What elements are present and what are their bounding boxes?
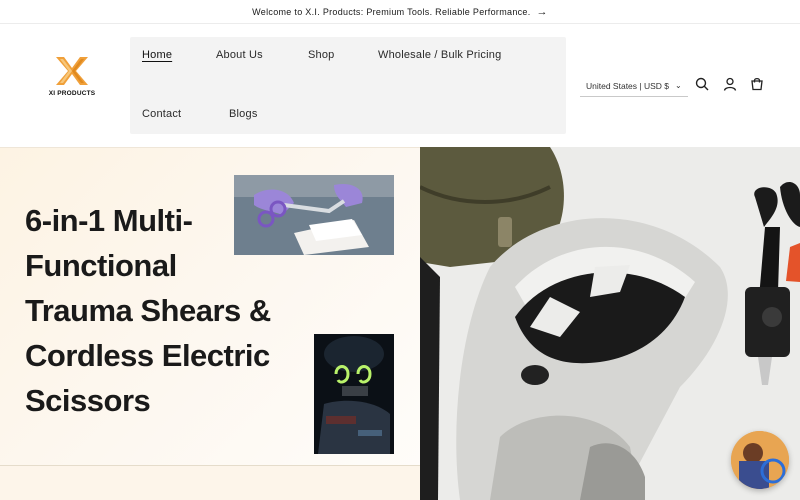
account-icon[interactable] [722, 76, 738, 92]
headline-line: Trauma Shears & [25, 293, 271, 328]
cart-icon[interactable] [749, 76, 765, 92]
arrow-right-icon: → [536, 5, 548, 18]
country-selector-label: United States | USD $ [586, 80, 669, 91]
main-nav: Home About Us Shop Wholesale / Bulk Pric… [130, 37, 566, 134]
hero-text-panel: 6-in-1 Multi- Functional Trauma Shears &… [0, 147, 420, 500]
headline-line: Scissors [25, 383, 151, 418]
logo[interactable]: XI PRODUCTS [48, 55, 96, 105]
logo-text: XI PRODUCTS [48, 90, 96, 97]
xi-logo-icon [56, 57, 88, 85]
site-header: XI PRODUCTS Home About Us Shop Wholesale… [0, 25, 800, 147]
nav-about-us[interactable]: About Us [216, 49, 263, 61]
announcement-text: Welcome to X.I. Products: Premium Tools.… [252, 6, 531, 17]
headline-line: Cordless Electric [25, 338, 270, 373]
bottom-band [0, 466, 420, 500]
nav-home[interactable]: Home [142, 49, 172, 61]
nav-wholesale[interactable]: Wholesale / Bulk Pricing [378, 49, 501, 61]
search-icon[interactable] [694, 76, 710, 92]
chat-widget-button[interactable] [731, 431, 789, 489]
chevron-down-icon: ⌄ [675, 81, 682, 90]
announcement-bar[interactable]: Welcome to X.I. Products: Premium Tools.… [0, 0, 800, 24]
country-selector[interactable]: United States | USD $ ⌄ [580, 75, 688, 97]
thumbnail-gloved-hands-shears[interactable] [234, 175, 394, 255]
nav-shop[interactable]: Shop [308, 49, 335, 61]
nav-contact[interactable]: Contact [142, 108, 181, 120]
thumbnail-glowing-shears-night[interactable] [314, 334, 394, 454]
nav-blogs[interactable]: Blogs [229, 108, 258, 120]
